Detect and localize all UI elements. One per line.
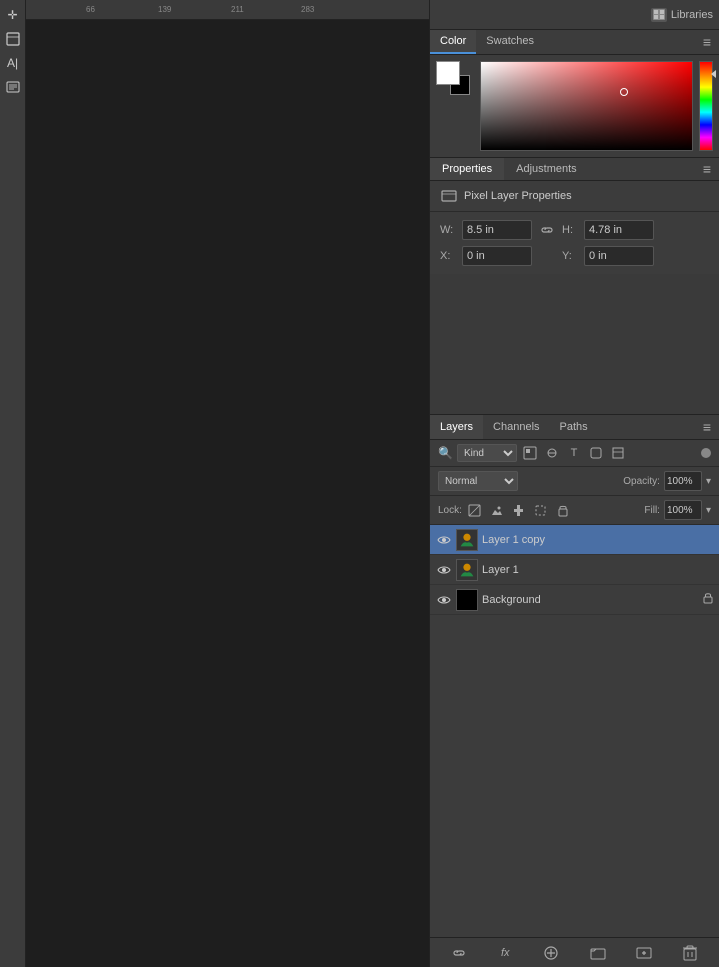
tab-layers[interactable]: Layers — [430, 415, 483, 439]
layers-new-layer-btn[interactable] — [633, 942, 655, 964]
layers-tabs: Layers Channels Paths ≡ — [430, 415, 719, 440]
layer-item-1[interactable]: Layer 1 — [430, 555, 719, 585]
layers-menu-btn[interactable]: ≡ — [695, 419, 719, 435]
filter-pixel-btn[interactable] — [521, 444, 539, 462]
hue-strip-arrow — [711, 70, 716, 78]
filter-shape-btn[interactable] — [587, 444, 605, 462]
main-canvas[interactable] — [26, 20, 429, 967]
background-layer-name: Background — [482, 594, 699, 606]
fill-label: Fill: — [644, 505, 660, 516]
lock-label: Lock: — [438, 505, 462, 516]
lock-all-btn[interactable] — [554, 501, 572, 519]
props-row-wh: W: H: — [440, 220, 709, 240]
layer-copy-visibility[interactable] — [436, 532, 452, 548]
select-tool[interactable] — [2, 28, 24, 50]
canvas-area: 66 139 211 283 — [26, 0, 429, 967]
color-boxes — [436, 61, 474, 99]
filter-adjust-btn[interactable] — [543, 444, 561, 462]
y-label: Y: — [562, 250, 576, 262]
w-input[interactable] — [462, 220, 532, 240]
layer-1-visibility[interactable] — [436, 562, 452, 578]
w-label: W: — [440, 224, 454, 236]
fx-label: fx — [501, 947, 510, 959]
layers-new-group-btn[interactable] — [587, 942, 609, 964]
tab-paths[interactable]: Paths — [550, 415, 598, 439]
layers-filter-row: 🔍 Kind T — [430, 440, 719, 467]
layer-item-background[interactable]: Background — [430, 585, 719, 615]
background-thumb — [456, 589, 478, 611]
blend-mode-select[interactable]: Normal — [438, 471, 518, 491]
x-label: X: — [440, 250, 454, 262]
blend-mode-row: Normal Opacity: ▾ — [430, 467, 719, 496]
text-tool[interactable]: A| — [2, 52, 24, 74]
libraries-button[interactable]: Libraries — [651, 8, 713, 22]
lock-image-btn[interactable] — [488, 501, 506, 519]
props-header: Pixel Layer Properties — [430, 181, 719, 212]
tab-swatches[interactable]: Swatches — [476, 30, 544, 54]
move-tool[interactable]: ✛ — [2, 4, 24, 26]
libraries-icon — [651, 8, 667, 22]
color-panel-tabs: Color Swatches ≡ — [430, 30, 719, 55]
ruler: 66 139 211 283 — [26, 0, 429, 20]
empty-props-area — [430, 274, 719, 414]
link-icon[interactable] — [540, 223, 554, 237]
paragraph-tool[interactable] — [2, 76, 24, 98]
background-visibility[interactable] — [436, 592, 452, 608]
hue-strip[interactable] — [699, 61, 713, 151]
lock-row: Lock: — [430, 496, 719, 525]
layers-panel: Layers Channels Paths ≡ 🔍 Kind — [430, 415, 719, 967]
libraries-label: Libraries — [671, 9, 713, 21]
properties-tabs: Properties Adjustments ≡ — [430, 158, 719, 181]
panel-top-bar: Libraries — [430, 0, 719, 30]
color-gradient[interactable] — [480, 61, 693, 151]
y-input[interactable] — [584, 246, 654, 266]
properties-panel: Properties Adjustments ≡ Pixel Layer Pro… — [430, 158, 719, 415]
filter-search-icon: 🔍 — [438, 446, 453, 460]
tab-properties[interactable]: Properties — [430, 158, 504, 180]
right-panel: Libraries Color Swatches ≡ — [429, 0, 719, 967]
tab-adjustments[interactable]: Adjustments — [504, 158, 589, 180]
background-lock-icon — [703, 592, 713, 607]
filter-kind-select[interactable]: Kind — [457, 444, 517, 462]
lock-position-btn[interactable] — [510, 501, 528, 519]
foreground-color-box[interactable] — [436, 61, 460, 85]
layers-bottom-bar: fx — [430, 937, 719, 967]
opacity-dropdown-arrow[interactable]: ▾ — [706, 476, 711, 487]
opacity-input[interactable] — [664, 471, 702, 491]
layers-new-fill-btn[interactable] — [540, 942, 562, 964]
h-input[interactable] — [584, 220, 654, 240]
layers-delete-btn[interactable] — [679, 942, 701, 964]
h-label: H: — [562, 224, 576, 236]
filter-toggle-circle[interactable] — [701, 448, 711, 458]
layer-1-thumb — [456, 559, 478, 581]
pixel-layer-icon — [440, 187, 458, 205]
left-toolbar: ✛ A| — [0, 0, 26, 967]
layers-link-btn[interactable] — [448, 942, 470, 964]
layer-copy-thumb — [456, 529, 478, 551]
props-title: Pixel Layer Properties — [464, 190, 572, 202]
layers-list: Layer 1 copy Layer 1 — [430, 525, 719, 937]
color-picker-area — [430, 55, 719, 157]
props-fields: W: H: X: Y: — [430, 212, 719, 274]
opacity-label: Opacity: — [623, 476, 660, 487]
layer-copy-name: Layer 1 copy — [482, 534, 713, 546]
color-panel-options[interactable]: ≡ — [695, 30, 719, 54]
color-cursor — [620, 88, 628, 96]
tab-color[interactable]: Color — [430, 30, 476, 54]
fill-dropdown-arrow[interactable]: ▾ — [706, 505, 711, 516]
x-input[interactable] — [462, 246, 532, 266]
filter-smart-btn[interactable] — [609, 444, 627, 462]
layer-1-name: Layer 1 — [482, 564, 713, 576]
color-panel: Color Swatches ≡ — [430, 30, 719, 158]
tab-channels[interactable]: Channels — [483, 415, 549, 439]
properties-menu-btn[interactable]: ≡ — [695, 161, 719, 177]
fill-input[interactable] — [664, 500, 702, 520]
lock-artboard-btn[interactable] — [532, 501, 550, 519]
filter-type-btn[interactable]: T — [565, 444, 583, 462]
layer-item-copy[interactable]: Layer 1 copy — [430, 525, 719, 555]
props-row-xy: X: Y: — [440, 246, 709, 266]
lock-transparent-btn[interactable] — [466, 501, 484, 519]
layers-fx-btn[interactable]: fx — [494, 942, 516, 964]
